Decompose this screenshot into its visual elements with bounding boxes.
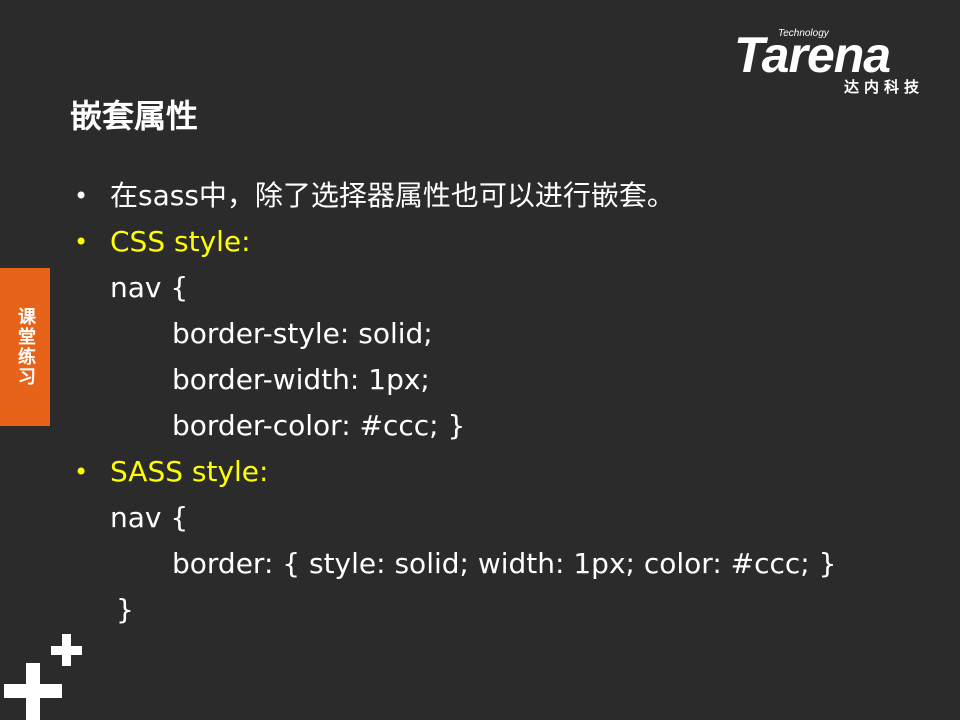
logo-chinese-text: 达内科技: [843, 78, 924, 96]
code-line-nav-2: nav {: [110, 501, 189, 534]
code-line-border-width: border-width: 1px;: [172, 363, 430, 396]
logo-wordmark: Tarena: [734, 27, 891, 83]
code-line-border-style: border-style: solid;: [172, 317, 433, 350]
bullet-1: •: [74, 182, 89, 210]
bullet-3: •: [74, 458, 89, 486]
side-tab-label: 课堂练习: [15, 307, 36, 387]
side-tab: 课堂练习: [0, 268, 50, 426]
code-line-border-nested: border: { style: solid; width: 1px; colo…: [172, 547, 837, 580]
content-line-1: 在sass中，除了选择器属性也可以进行嵌套。: [110, 179, 675, 212]
plus-icon: [4, 634, 82, 720]
bullet-2: •: [74, 228, 89, 256]
slide-title: 嵌套属性: [70, 97, 199, 135]
tarena-logo: Technology Tarena 达内科技: [734, 26, 930, 96]
content-line-2: CSS style:: [110, 225, 251, 258]
content-line-sass: SASS style:: [110, 455, 269, 488]
code-line-closing-brace: }: [116, 593, 134, 626]
code-line-border-color: border-color: #ccc; }: [172, 409, 466, 442]
code-line-nav-1: nav {: [110, 271, 189, 304]
